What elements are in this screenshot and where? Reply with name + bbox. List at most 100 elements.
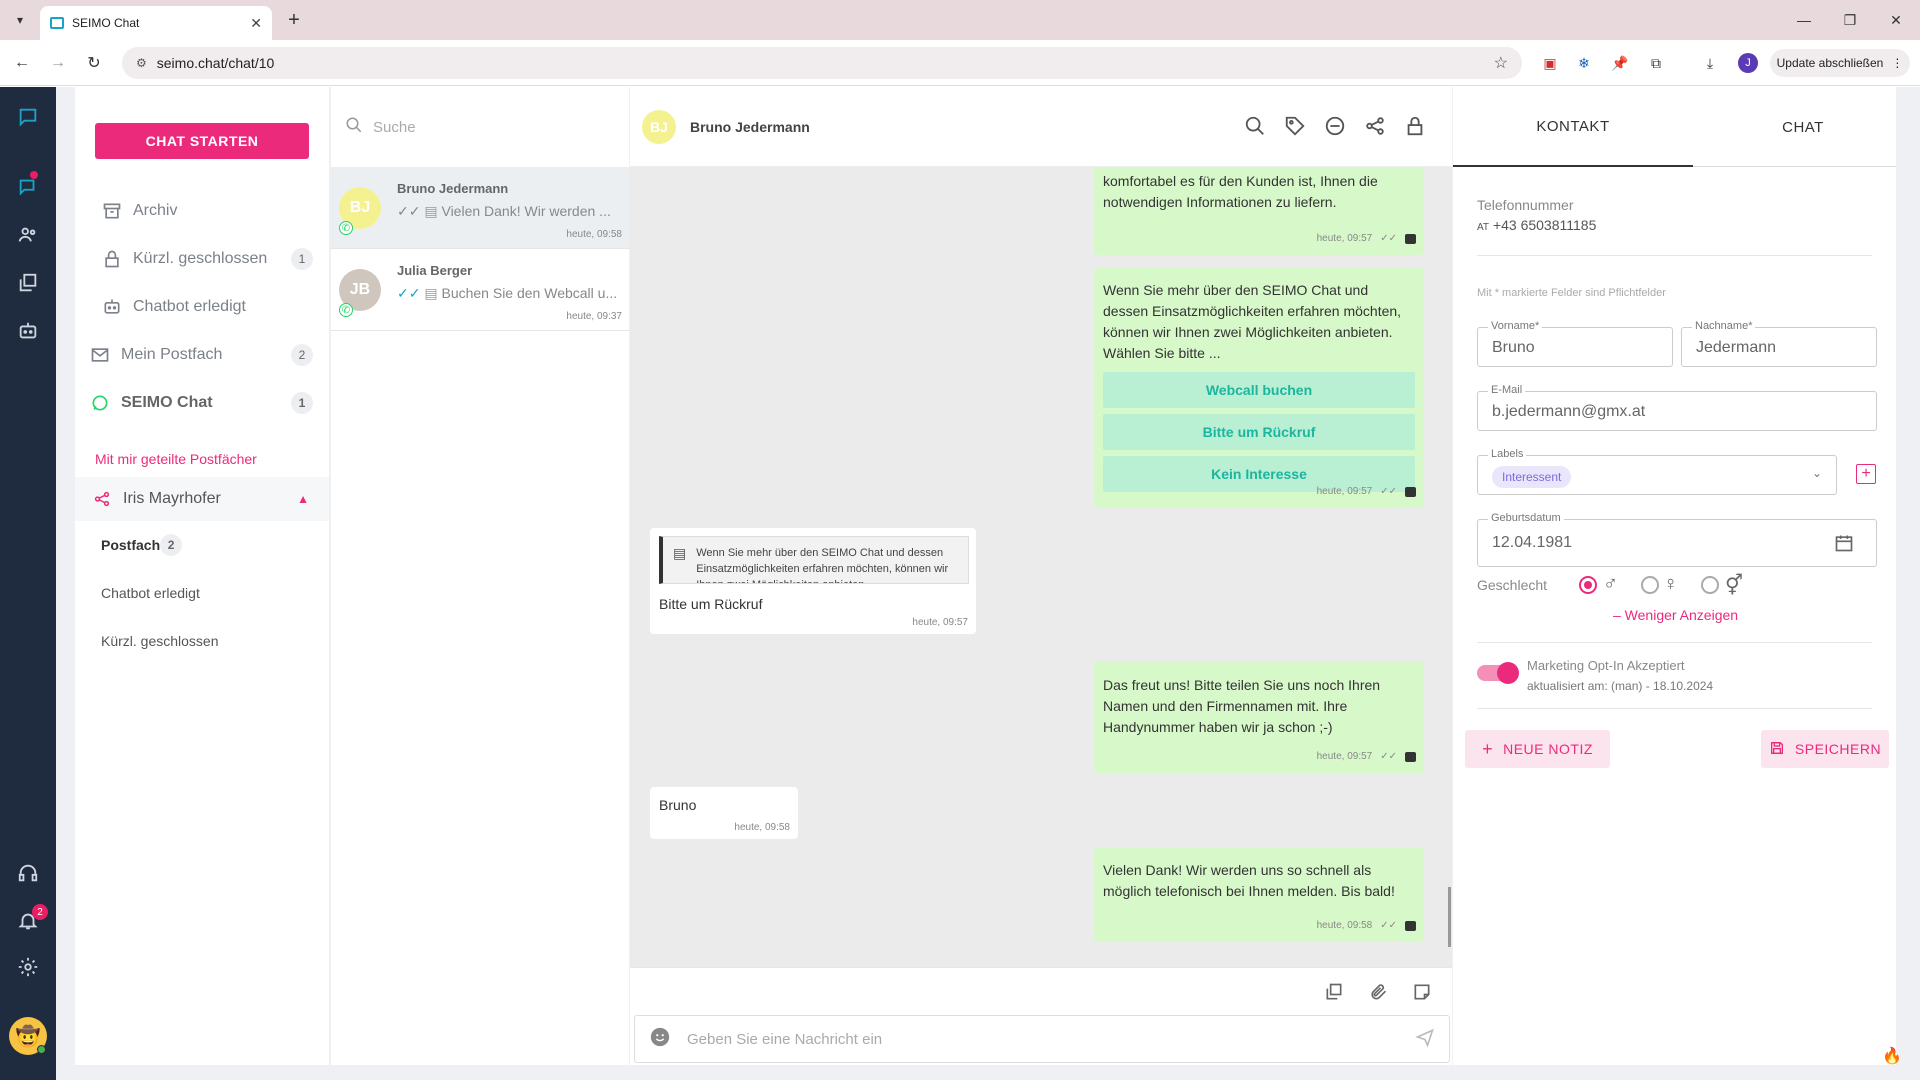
start-chat-button[interactable]: CHAT STARTEN [95, 123, 309, 159]
site-info-icon[interactable]: ⚙ [136, 56, 147, 70]
tab-chat[interactable]: CHAT [1683, 87, 1920, 167]
save-button[interactable]: SPEICHERN [1761, 730, 1889, 768]
contacts-nav-icon[interactable] [14, 221, 42, 249]
browser-tab[interactable]: SEIMO Chat ✕ [40, 6, 272, 40]
send-icon[interactable] [1415, 1027, 1435, 1051]
tab-search-chevron-icon[interactable]: ▾ [8, 8, 32, 32]
quoted-message[interactable]: ▤ Wenn Sie mehr über den SEIMO Chat und … [659, 536, 969, 584]
shared-group-iris-mayrhofer[interactable]: Iris Mayrhofer ▲ [75, 477, 329, 521]
shared-item-chatbot-done[interactable]: Chatbot erledigt [75, 573, 329, 618]
online-status-dot [37, 1045, 46, 1054]
whatsapp-icon [89, 392, 111, 414]
sidebar-item-chatbot-done[interactable]: Chatbot erledigt [75, 287, 329, 327]
gender-diverse-radio[interactable] [1701, 576, 1719, 594]
chats-nav-icon[interactable] [14, 173, 42, 201]
marketing-optin-toggle[interactable] [1477, 662, 1519, 684]
sidebar-item-archive[interactable]: Archiv [75, 191, 329, 231]
quick-reply-button[interactable]: Webcall buchen [1103, 372, 1415, 408]
quick-reply-button[interactable]: Bitte um Rückruf [1103, 414, 1415, 450]
restore-icon[interactable]: ❐ [1838, 8, 1862, 32]
share-icon[interactable] [1364, 115, 1386, 140]
back-icon[interactable]: ← [10, 51, 34, 75]
templates-icon[interactable] [1324, 982, 1346, 1004]
calendar-icon[interactable] [1834, 533, 1854, 556]
birthdate-value: 12.04.1981 [1492, 534, 1573, 551]
firstname-field[interactable]: Vorname* Bruno [1477, 320, 1673, 367]
lastname-value: Jedermann [1696, 339, 1777, 356]
extension-snowflake-icon[interactable]: ❄ [1572, 51, 1596, 75]
extension-icon[interactable]: ▣ [1538, 51, 1562, 75]
templates-nav-icon[interactable] [14, 269, 42, 297]
message-text: Wenn Sie mehr über den SEIMO Chat und de… [1103, 282, 1402, 361]
tab-close-icon[interactable]: ✕ [250, 15, 262, 32]
note-icon[interactable] [1412, 982, 1434, 1004]
message-input[interactable]: Geben Sie eine Nachricht ein [634, 1015, 1450, 1063]
female-symbol-icon: ♀ [1663, 573, 1678, 595]
chat-list-item[interactable]: BJ ✆ Bruno Jedermann ✓✓ ▤ Vielen Dank! W… [331, 167, 630, 249]
chat-list-item[interactable]: JB ✆ Julia Berger ✓✓ ▤ Buchen Sie den We… [331, 249, 630, 331]
sidebar-item-seimo-chat[interactable]: SEIMO Chat 1 [75, 383, 329, 423]
chevron-up-icon[interactable]: ▲ [297, 492, 309, 506]
gender-male-radio[interactable] [1579, 576, 1597, 594]
more-menu-icon[interactable]: ⋮ [1891, 56, 1903, 70]
email-label: E-Mail [1488, 384, 1526, 396]
bookmark-star-icon[interactable]: ☆ [1494, 53, 1508, 73]
search-icon[interactable] [1244, 115, 1266, 140]
reload-icon[interactable]: ↻ [82, 51, 106, 75]
label-chip[interactable]: Interessent [1492, 466, 1572, 488]
divider [1477, 642, 1872, 643]
forward-icon[interactable]: → [46, 51, 70, 75]
minus-circle-icon[interactable] [1324, 115, 1346, 140]
lock-icon [101, 248, 123, 270]
tab-contact[interactable]: KONTAKT [1453, 87, 1693, 167]
emoji-icon[interactable] [649, 1026, 671, 1052]
shared-group-label: Iris Mayrhofer [123, 490, 221, 507]
sidebar-item-my-inbox[interactable]: Mein Postfach 2 [75, 335, 329, 375]
birthdate-field[interactable]: Geburtsdatum 12.04.1981 [1477, 512, 1877, 567]
tag-icon[interactable] [1284, 115, 1306, 140]
shared-item-count: 2 [160, 534, 183, 556]
extensions-puzzle-icon[interactable]: ⧉ [1644, 51, 1668, 75]
sidebar-item-count: 1 [291, 392, 313, 414]
window-close-icon[interactable]: ✕ [1884, 8, 1908, 32]
pin-extension-icon[interactable]: 📌 [1608, 51, 1632, 75]
lock-icon[interactable] [1404, 115, 1426, 140]
address-bar[interactable]: ⚙ seimo.chat/chat/10 ☆ [122, 47, 1522, 79]
message-time: heute, 09:57 [1316, 751, 1373, 762]
sidebar-item-recently-closed[interactable]: Kürzl. geschlossen 1 [75, 239, 329, 279]
bot-icon [1405, 751, 1416, 762]
chatbot-nav-icon[interactable] [14, 317, 42, 345]
shared-item-inbox[interactable]: Postfach 2 [75, 525, 329, 570]
new-note-button[interactable]: + NEUE NOTIZ [1465, 730, 1610, 768]
message-meta: heute, 09:57 ✓✓ [1317, 228, 1416, 249]
browser-tabbar: ▾ SEIMO Chat ✕ + — ❐ ✕ [0, 0, 1920, 40]
support-headset-icon[interactable] [14, 859, 42, 887]
search-icon [345, 116, 363, 138]
preview-text: Buchen Sie den Webcall u... [441, 285, 618, 301]
email-field[interactable]: E-Mail b.jedermann@gmx.at [1477, 384, 1877, 431]
add-label-button[interactable]: + [1856, 464, 1876, 484]
nav-rail: 2 🤠 [0, 87, 56, 1080]
profile-avatar[interactable]: J [1738, 53, 1758, 73]
search-box[interactable]: Suche [331, 87, 630, 167]
shared-item-recently-closed[interactable]: Kürzl. geschlossen [75, 621, 329, 668]
contact-name: Julia Berger [397, 263, 473, 278]
download-icon[interactable]: ⤓ [1698, 51, 1722, 75]
attachment-icon[interactable] [1368, 982, 1390, 1004]
chevron-down-icon[interactable]: ⌄ [1812, 466, 1822, 480]
message-meta: heute, 09:57 [912, 617, 968, 628]
settings-gear-icon[interactable] [14, 953, 42, 981]
lastname-field[interactable]: Nachname* Jedermann [1681, 320, 1877, 367]
thread-scrollbar[interactable] [1448, 887, 1451, 947]
update-button[interactable]: Update abschließen ⋮ [1770, 49, 1910, 77]
phone-country: AT [1477, 222, 1490, 233]
labels-select[interactable]: Labels Interessent ⌄ [1477, 448, 1837, 495]
read-checkmarks-icon: ✓✓ [1380, 233, 1397, 244]
divider [1477, 255, 1872, 256]
seimo-logo-icon[interactable] [14, 103, 42, 131]
gender-female-radio[interactable] [1641, 576, 1659, 594]
new-tab-button[interactable]: + [282, 8, 306, 32]
show-less-link[interactable]: – Weniger Anzeigen [1613, 607, 1738, 623]
divider [1477, 708, 1872, 709]
minimize-icon[interactable]: — [1792, 8, 1816, 32]
